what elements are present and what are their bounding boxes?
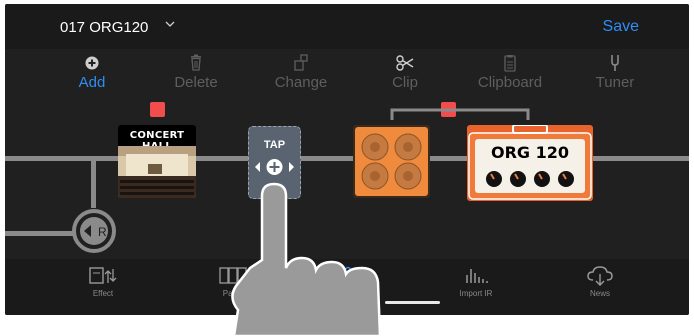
tab-effect[interactable]: Effect	[63, 265, 143, 298]
add-button[interactable]: Add	[57, 54, 127, 91]
concert-hall-image	[118, 146, 196, 198]
ir-block-concert-hall[interactable]: CONCERT HALL	[118, 125, 196, 198]
change-icon	[294, 54, 308, 71]
tuner-label: Tuner	[595, 74, 635, 91]
tab-effect-label: Effect	[92, 289, 114, 298]
tuner-button[interactable]: Tuner	[580, 54, 650, 91]
delete-label: Delete	[174, 74, 218, 91]
change-button[interactable]: Change	[266, 54, 336, 91]
return-label: R	[98, 225, 107, 239]
tab-import-ir-label: Import IR	[459, 289, 493, 298]
clip-button[interactable]: Clip	[370, 54, 440, 91]
clipboard-icon	[504, 55, 516, 72]
clipboard-label: Clipboard	[477, 74, 543, 91]
selection-marker[interactable]	[150, 102, 165, 117]
pointing-hand-icon	[231, 182, 382, 336]
tab-news-label: News	[589, 289, 610, 298]
top-bar: 017 ORG120 Save	[5, 4, 689, 49]
clipboard-button[interactable]: Clipboard	[475, 54, 545, 91]
tab-import-ir[interactable]: Import IR	[436, 265, 516, 298]
waveform-icon	[466, 269, 488, 283]
delete-button[interactable]: Delete	[161, 54, 231, 91]
trash-icon	[191, 54, 201, 71]
save-button[interactable]: Save	[603, 18, 639, 36]
preset-name[interactable]: 017 ORG120	[60, 19, 148, 36]
return-branch-line	[91, 156, 96, 208]
return-node-icon[interactable]: R	[71, 208, 117, 254]
block-group-bracket	[390, 108, 530, 120]
plus-circle-icon	[85, 56, 99, 70]
amp-name-label: ORG 120	[490, 143, 570, 162]
add-label: Add	[78, 74, 106, 91]
effect-icon	[89, 267, 117, 284]
clip-label: Clip	[392, 74, 418, 91]
cloud-download-icon	[587, 266, 613, 286]
return-line	[5, 231, 75, 236]
tab-news[interactable]: News	[560, 265, 640, 298]
scissors-icon	[396, 55, 414, 71]
chevron-down-icon[interactable]	[165, 19, 175, 29]
tuning-fork-icon	[611, 55, 619, 71]
change-label: Change	[274, 74, 328, 91]
amp-block[interactable]: ORG 120	[467, 125, 593, 201]
amp-head-image	[468, 125, 592, 200]
